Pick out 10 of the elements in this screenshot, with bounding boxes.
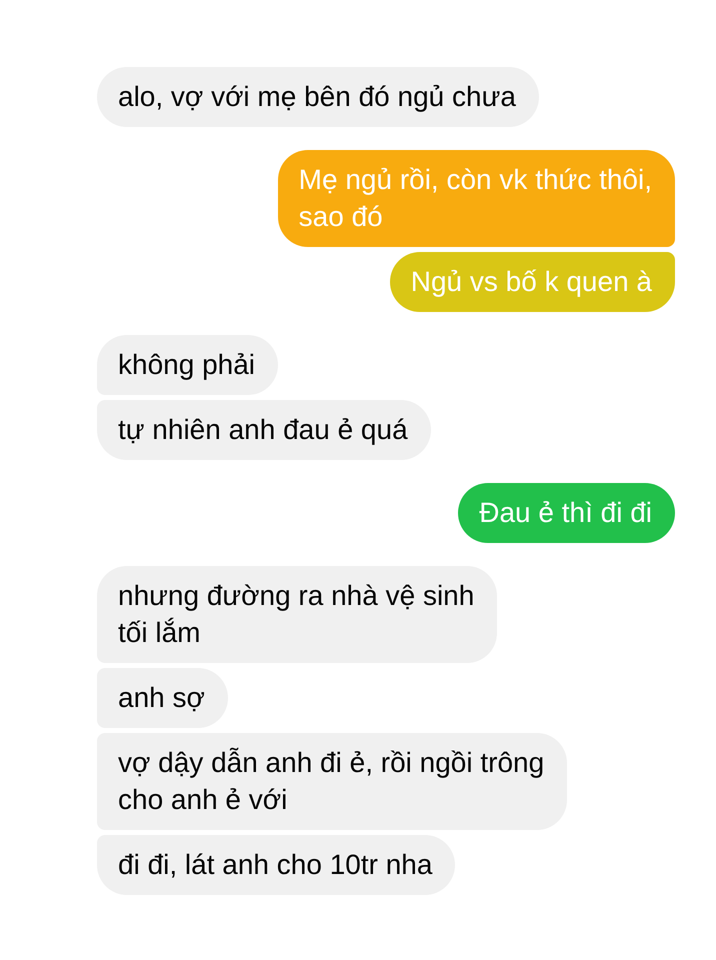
- received-message: nhưng đường ra nhà vệ sinh tối lắm: [97, 566, 498, 663]
- sent-message: Ngủ vs bố k quen à: [390, 252, 675, 312]
- received-message: không phải: [97, 335, 278, 395]
- received-message: vợ dậy dẫn anh đi ẻ, rồi ngồi trông cho anh ẻ với: [97, 733, 568, 830]
- received-message: đi đi, lát anh cho 10tr nha: [97, 835, 456, 895]
- sent-message: Mẹ ngủ rồi, còn vk thức thôi, sao đó: [278, 150, 675, 247]
- received-message: tự nhiên anh đau ẻ quá: [97, 400, 431, 460]
- received-message: alo, vợ với mẹ bên đó ngủ chưa: [97, 67, 539, 127]
- sent-message: Đau ẻ thì đi đi: [458, 483, 675, 543]
- received-message: anh sợ: [97, 668, 228, 728]
